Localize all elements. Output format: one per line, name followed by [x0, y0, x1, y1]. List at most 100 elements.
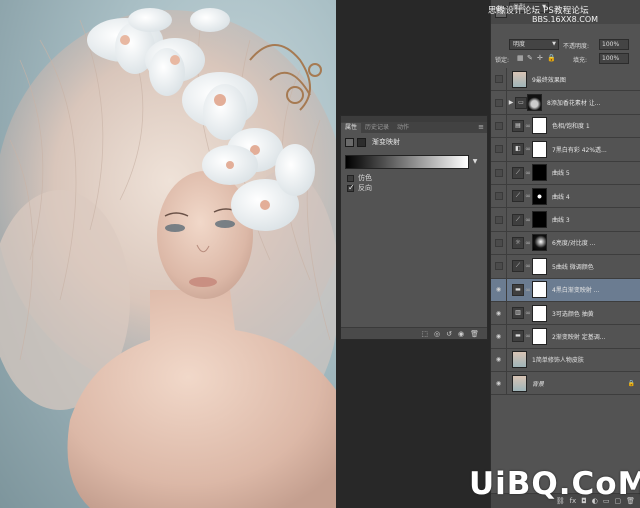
mask-link-icon[interactable]: ∞: [524, 286, 532, 294]
blend-mode-dropdown[interactable]: 明度 ▼: [509, 39, 559, 50]
visibility-toggle[interactable]: [491, 255, 507, 278]
eye-icon[interactable]: ◉: [491, 348, 507, 372]
visibility-box[interactable]: [494, 168, 503, 177]
visibility-toggle[interactable]: [491, 138, 507, 161]
visibility-box[interactable]: [494, 121, 503, 130]
visibility-box[interactable]: [494, 145, 503, 154]
layer-thumbnail[interactable]: [532, 327, 547, 345]
reset-icon[interactable]: ↺: [446, 330, 452, 338]
layer-thumbnail[interactable]: [532, 211, 547, 229]
visibility-box[interactable]: [494, 98, 503, 107]
lock-transparent-icon[interactable]: ▦: [517, 54, 524, 62]
layer-row[interactable]: ⟋ ∞ 5曲线 微调颜色: [491, 255, 640, 279]
eye-icon[interactable]: ◉: [491, 325, 507, 348]
layer-name[interactable]: 曲线 5: [552, 168, 570, 177]
visibility-toggle[interactable]: [491, 208, 507, 231]
layer-row[interactable]: ◧ ∞ 7黑白有彩 42%透...: [491, 138, 640, 162]
reverse-option[interactable]: 反向: [341, 183, 487, 193]
visibility-toggle[interactable]: [491, 184, 507, 208]
layer-thumbnail[interactable]: [532, 164, 547, 182]
layer-row[interactable]: ⟋ ∞ 曲线 3: [491, 208, 640, 232]
layer-thumbnail[interactable]: [532, 281, 547, 299]
layer-row[interactable]: ▶ ▭ 8添加香花素材 让...: [491, 91, 640, 115]
layer-name[interactable]: 3可选颜色 抽黄: [552, 309, 594, 318]
layer-thumbnail[interactable]: [527, 94, 542, 112]
gradient-picker[interactable]: [345, 155, 469, 169]
eye-icon[interactable]: ◉: [491, 278, 507, 301]
eye-icon[interactable]: ◉: [491, 301, 507, 325]
layer-row[interactable]: ◉ ▬ ∞ 2渐变映射 定基调...: [491, 325, 640, 349]
tab-properties[interactable]: 属性: [341, 123, 362, 133]
mask-link-icon[interactable]: ∞: [524, 192, 532, 200]
layer-row[interactable]: ☼ ∞ 6亮度/对比度 ...: [491, 231, 640, 256]
tab-actions[interactable]: 动作: [393, 123, 413, 133]
layer-row[interactable]: ◉ ▬ ∞ 4黑白渐变映射 ...: [491, 278, 640, 302]
visibility-toggle[interactable]: [491, 161, 507, 184]
layer-thumbnail[interactable]: [512, 70, 527, 88]
lock-pixels-icon[interactable]: ✎: [527, 54, 533, 62]
lock-all-icon[interactable]: 🔒: [547, 54, 556, 62]
trash-icon[interactable]: 🗑: [470, 330, 479, 338]
layer-name[interactable]: 曲线 3: [552, 215, 570, 224]
reverse-checkbox[interactable]: [347, 183, 355, 192]
layer-row[interactable]: ⟋ ∞ 曲线 4: [491, 184, 640, 209]
document-canvas[interactable]: [0, 0, 336, 508]
eye-icon[interactable]: ◉: [491, 372, 507, 395]
layer-thumbnail[interactable]: [512, 351, 527, 369]
mask-link-icon[interactable]: ∞: [524, 262, 532, 270]
layer-name[interactable]: 5曲线 微调颜色: [552, 262, 594, 271]
gradient-dropdown-icon[interactable]: ▼: [471, 155, 479, 169]
layer-name[interactable]: 曲线 4: [552, 192, 570, 201]
adjustment-icon[interactable]: [345, 137, 354, 147]
layer-row[interactable]: ⟋ ∞ 曲线 5: [491, 161, 640, 185]
mask-link-icon[interactable]: ∞: [524, 169, 532, 177]
visibility-toggle[interactable]: [491, 231, 507, 255]
layer-thumbnail[interactable]: [532, 140, 547, 158]
dither-checkbox[interactable]: [347, 174, 354, 182]
layer-thumbnail[interactable]: [532, 257, 547, 275]
layer-row[interactable]: ◉ 1简单修饰人物皮肤: [491, 348, 640, 373]
lock-position-icon[interactable]: ✛: [537, 54, 543, 62]
layer-thumbnail[interactable]: [532, 304, 547, 322]
visibility-box[interactable]: [494, 192, 503, 201]
visibility-toggle[interactable]: [491, 68, 507, 91]
tab-history[interactable]: 历史记录: [361, 123, 393, 133]
mask-link-icon[interactable]: ∞: [524, 145, 532, 153]
layer-row[interactable]: ◉ 背景 🔒: [491, 372, 640, 396]
mask-link-icon[interactable]: ∞: [524, 122, 532, 130]
layer-name[interactable]: 背景: [532, 379, 544, 388]
fill-input[interactable]: 100%: [599, 53, 629, 64]
layer-name[interactable]: 8添加香花素材 让...: [547, 98, 600, 107]
layer-name[interactable]: 色相/饱和度 1: [552, 121, 590, 130]
visibility-box[interactable]: [494, 238, 503, 247]
opacity-input[interactable]: 100%: [599, 39, 629, 50]
layer-name[interactable]: 4黑白渐变映射 ...: [552, 285, 599, 294]
visibility-toggle[interactable]: [491, 114, 507, 138]
layer-thumbnail[interactable]: [532, 234, 547, 252]
visibility-icon[interactable]: ◉: [458, 330, 464, 338]
layer-row[interactable]: ◉ ▥ ∞ 3可选颜色 抽黄: [491, 301, 640, 326]
layer-name[interactable]: 1简单修饰人物皮肤: [532, 355, 584, 364]
layer-name[interactable]: 7黑白有彩 42%透...: [552, 145, 607, 154]
clip-to-layer-icon[interactable]: ⬚: [421, 330, 428, 338]
mask-link-icon[interactable]: ∞: [524, 309, 532, 317]
mask-link-icon[interactable]: ∞: [524, 216, 532, 224]
layer-name[interactable]: 9最终效果图: [532, 75, 566, 84]
layer-thumbnail[interactable]: [532, 117, 547, 135]
mask-link-icon[interactable]: ∞: [524, 239, 532, 247]
layer-name[interactable]: 2渐变映射 定基调...: [552, 332, 605, 341]
layer-name[interactable]: 6亮度/对比度 ...: [552, 238, 595, 247]
layer-thumbnail[interactable]: [532, 187, 547, 205]
visibility-box[interactable]: [494, 75, 503, 84]
dither-option[interactable]: 仿色: [341, 173, 487, 183]
view-previous-icon[interactable]: ◎: [434, 330, 440, 338]
expand-arrow-icon[interactable]: ▶: [507, 99, 515, 106]
panel-menu-icon[interactable]: ≡: [478, 123, 484, 131]
visibility-box[interactable]: [494, 262, 503, 271]
layer-thumbnail[interactable]: [512, 374, 527, 392]
mask-icon[interactable]: [357, 137, 366, 147]
visibility-box[interactable]: [494, 215, 503, 224]
visibility-toggle[interactable]: [491, 91, 507, 114]
layer-row[interactable]: 9最终效果图: [491, 68, 640, 92]
mask-link-icon[interactable]: ∞: [524, 332, 532, 340]
